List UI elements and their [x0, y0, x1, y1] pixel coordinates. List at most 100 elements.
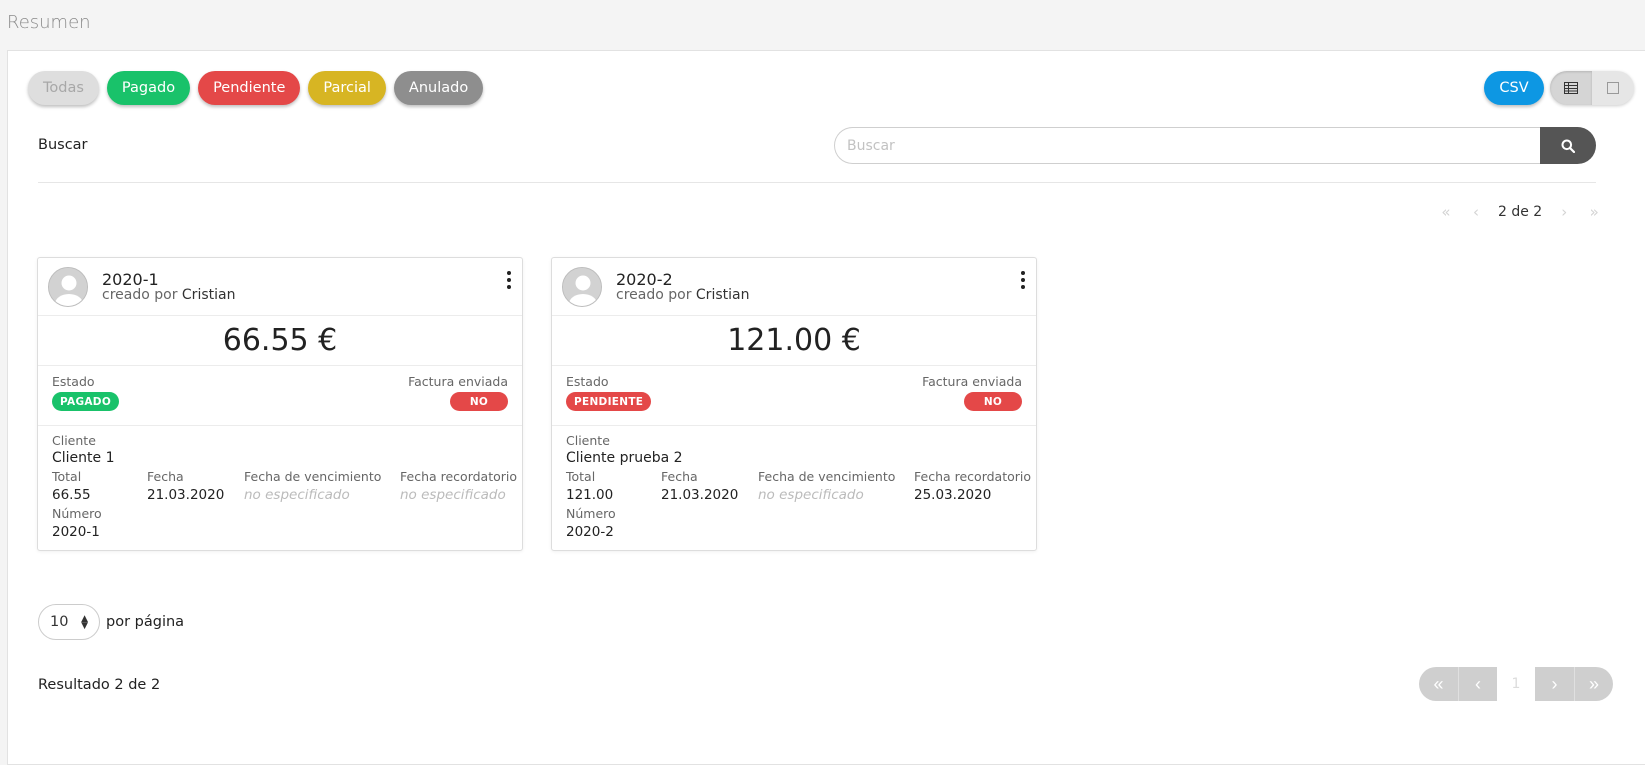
invoice-sent-label: Factura enviada: [922, 374, 1022, 389]
main-panel: Todas Pagado Pendiente Parcial Anulado C…: [7, 50, 1645, 765]
card-header: 2020-1 creado por Cristian: [38, 258, 522, 316]
card-amount: 66.55 €: [38, 316, 522, 366]
table-icon: [1564, 82, 1578, 94]
filter-parcial-button[interactable]: Parcial: [308, 71, 386, 105]
total-field: Total 121.00: [566, 469, 613, 503]
search-label: Buscar: [38, 137, 88, 153]
due-date-label: Fecha de vencimiento: [244, 469, 382, 484]
result-count: Resultado 2 de 2: [38, 677, 161, 693]
avatar: [562, 267, 602, 307]
chevron-right-icon: ›: [1551, 673, 1558, 694]
card-details: Cliente Cliente prueba 2 Total 121.00 Fe…: [552, 426, 1036, 540]
due-date-value: no especificado: [758, 487, 864, 503]
next-page-button[interactable]: ›: [1535, 667, 1574, 701]
first-page-icon[interactable]: «: [1438, 203, 1454, 221]
due-date-value: no especificado: [244, 487, 350, 503]
per-page-select[interactable]: 10 ▲ ▼: [38, 604, 100, 640]
per-page-value: 10: [50, 614, 69, 630]
creator-name: Cristian: [181, 287, 236, 303]
double-chevron-left-icon: «: [1433, 673, 1444, 694]
top-pagination: « ‹ 2 de 2 › »: [1438, 203, 1602, 221]
reminder-date-label: Fecha recordatorio: [400, 469, 518, 484]
page-title: Resumen: [7, 12, 91, 33]
bottom-pagination: « ‹ 1 › »: [1419, 667, 1613, 701]
card-creator: creado por Cristian: [616, 287, 749, 303]
more-vert-icon[interactable]: [504, 271, 514, 289]
invoice-sent-badge: NO: [450, 392, 508, 411]
creator-prefix: creado por: [616, 287, 692, 303]
invoice-card[interactable]: 2020-2 creado por Cristian 121.00 € Esta…: [551, 257, 1037, 551]
view-toggle: [1550, 71, 1634, 105]
client-value: Cliente prueba 2: [566, 450, 683, 466]
filter-anulado-button[interactable]: Anulado: [393, 71, 484, 105]
creator-prefix: creado por: [102, 287, 178, 303]
number-value: 2020-2: [566, 524, 614, 540]
user-icon: [563, 268, 601, 306]
card-details: Cliente Cliente 1 Total 66.55 Fecha 21.0…: [38, 426, 522, 540]
client-label: Cliente: [52, 433, 96, 448]
invoice-card[interactable]: 2020-1 creado por Cristian 66.55 € Estad…: [37, 257, 523, 551]
per-page-label: por página: [106, 614, 185, 630]
filter-todas-button[interactable]: Todas: [28, 71, 99, 105]
date-field: Fecha 21.03.2020: [147, 469, 224, 503]
card-view-button[interactable]: [1592, 71, 1634, 105]
user-icon: [49, 268, 87, 306]
search-button[interactable]: [1540, 127, 1596, 164]
first-page-button[interactable]: «: [1419, 667, 1458, 701]
total-label: Total: [52, 469, 82, 484]
search-input[interactable]: [834, 127, 1540, 164]
date-value: 21.03.2020: [147, 487, 225, 503]
card-status: Estado PAGADO Factura enviada NO: [38, 366, 522, 426]
total-value: 121.00: [566, 487, 614, 503]
avatar: [48, 267, 88, 307]
reminder-date-value: 25.03.2020: [914, 487, 992, 503]
date-label: Fecha: [147, 469, 184, 484]
status-filters: Todas Pagado Pendiente Parcial Anulado: [28, 71, 484, 105]
page-info: 2 de 2: [1498, 204, 1543, 220]
status-badge: PENDIENTE: [566, 392, 652, 411]
prev-page-button[interactable]: ‹: [1458, 667, 1497, 701]
csv-export-button[interactable]: CSV: [1484, 71, 1544, 105]
invoice-sent-badge: NO: [964, 392, 1022, 411]
card-creator: creado por Cristian: [102, 287, 235, 303]
number-label: Número: [566, 506, 616, 521]
prev-page-icon[interactable]: ‹: [1468, 203, 1484, 221]
square-icon: [1607, 82, 1619, 94]
last-page-icon[interactable]: »: [1586, 203, 1602, 221]
number-label: Número: [52, 506, 102, 521]
chevron-left-icon: ‹: [1475, 673, 1481, 694]
reminder-date-field: Fecha recordatorio 25.03.2020: [914, 469, 1031, 503]
status-label: Estado: [566, 374, 609, 389]
number-value: 2020-1: [52, 524, 100, 540]
search-icon: [1561, 139, 1575, 153]
filter-pendiente-button[interactable]: Pendiente: [198, 71, 301, 105]
more-vert-icon[interactable]: [1018, 271, 1028, 289]
search-box: [834, 127, 1596, 164]
card-header: 2020-2 creado por Cristian: [552, 258, 1036, 316]
status-badge: PAGADO: [52, 392, 120, 411]
client-value: Cliente 1: [52, 450, 115, 466]
next-page-icon[interactable]: ›: [1556, 203, 1572, 221]
invoice-sent-label: Factura enviada: [408, 374, 508, 389]
due-date-label: Fecha de vencimiento: [758, 469, 896, 484]
client-label: Cliente: [566, 433, 610, 448]
total-value: 66.55: [52, 487, 91, 503]
status-label: Estado: [52, 374, 95, 389]
total-label: Total: [566, 469, 596, 484]
total-field: Total 66.55: [52, 469, 91, 503]
due-date-field: Fecha de vencimiento no especificado: [244, 469, 381, 503]
date-label: Fecha: [661, 469, 698, 484]
date-field: Fecha 21.03.2020: [661, 469, 738, 503]
reminder-date-field: Fecha recordatorio no especificado: [400, 469, 517, 503]
last-page-button[interactable]: »: [1574, 667, 1613, 701]
date-value: 21.03.2020: [661, 487, 739, 503]
sort-caret-icon: ▲ ▼: [81, 614, 88, 631]
card-amount: 121.00 €: [552, 316, 1036, 366]
divider: [38, 182, 1596, 183]
filter-pagado-button[interactable]: Pagado: [106, 71, 191, 105]
card-status: Estado PENDIENTE Factura enviada NO: [552, 366, 1036, 426]
reminder-date-label: Fecha recordatorio: [914, 469, 1032, 484]
current-page-number[interactable]: 1: [1497, 667, 1535, 701]
due-date-field: Fecha de vencimiento no especificado: [758, 469, 895, 503]
table-view-button[interactable]: [1550, 71, 1592, 105]
